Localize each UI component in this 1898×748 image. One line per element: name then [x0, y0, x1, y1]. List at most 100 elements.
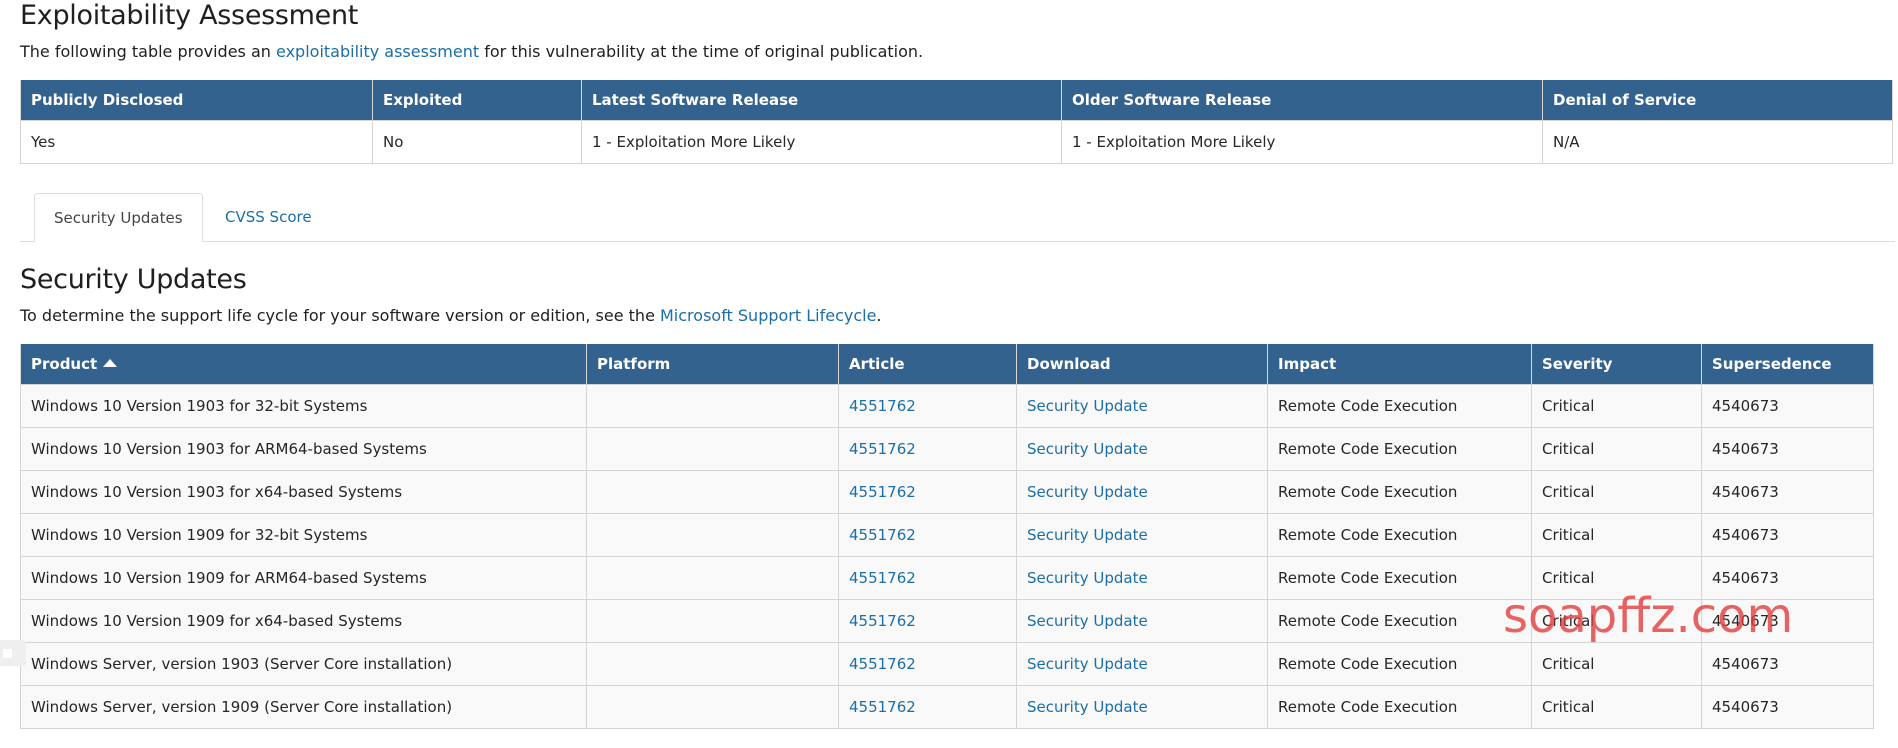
- article-cell: 4551762: [838, 384, 1017, 428]
- table-row: Windows 10 Version 1903 for 32-bit Syste…: [20, 384, 1874, 428]
- platform-cell: [586, 427, 839, 471]
- security-updates-lead-suffix: .: [876, 306, 882, 325]
- column-header-supersedence[interactable]: Supersedence: [1701, 344, 1874, 385]
- microsoft-support-lifecycle-link[interactable]: Microsoft Support Lifecycle: [660, 306, 876, 325]
- table-row: Windows 10 Version 1903 for ARM64-based …: [20, 427, 1874, 471]
- column-header-older-software-release: Older Software Release: [1061, 80, 1543, 121]
- older-release-value: 1 - Exploitation More Likely: [1061, 120, 1543, 164]
- impact-cell: Remote Code Execution: [1267, 642, 1532, 686]
- supersedence-cell: 4540673: [1701, 642, 1874, 686]
- product-cell: Windows 10 Version 1903 for x64-based Sy…: [20, 470, 587, 514]
- column-header-publicly-disclosed: Publicly Disclosed: [20, 80, 373, 121]
- download-link[interactable]: Security Update: [1027, 440, 1148, 458]
- platform-cell: [586, 384, 839, 428]
- exploited-value: No: [372, 120, 582, 164]
- supersedence-cell: 4540673: [1701, 599, 1874, 643]
- impact-cell: Remote Code Execution: [1267, 599, 1532, 643]
- exploitability-lead-prefix: The following table provides an: [20, 42, 277, 61]
- article-link[interactable]: 4551762: [849, 440, 916, 458]
- article-link[interactable]: 4551762: [849, 397, 916, 415]
- exploitability-assessment-link[interactable]: exploitability assessment: [276, 42, 479, 61]
- download-link[interactable]: Security Update: [1027, 526, 1148, 544]
- platform-cell: [586, 470, 839, 514]
- supersedence-cell: 4540673: [1701, 470, 1874, 514]
- security-updates-lead: To determine the support life cycle for …: [20, 306, 882, 325]
- product-cell: Windows 10 Version 1909 for ARM64-based …: [20, 556, 587, 600]
- publicly-disclosed-value: Yes: [20, 120, 373, 164]
- latest-release-value: 1 - Exploitation More Likely: [581, 120, 1062, 164]
- article-link[interactable]: 4551762: [849, 569, 916, 587]
- column-header-severity[interactable]: Severity: [1531, 344, 1702, 385]
- table-row: Windows 10 Version 1909 for x64-based Sy…: [20, 599, 1874, 643]
- column-header-product-label: Product: [31, 355, 98, 373]
- denial-of-service-value: N/A: [1542, 120, 1893, 164]
- exploitability-row: Yes No 1 - Exploitation More Likely 1 - …: [20, 120, 1893, 164]
- table-row: Windows 10 Version 1909 for ARM64-based …: [20, 556, 1874, 600]
- download-link[interactable]: Security Update: [1027, 655, 1148, 673]
- exploitability-lead: The following table provides an exploita…: [20, 42, 923, 61]
- exploitability-header-row: Publicly Disclosed Exploited Latest Soft…: [20, 80, 1893, 121]
- supersedence-cell: 4540673: [1701, 556, 1874, 600]
- platform-cell: [586, 599, 839, 643]
- platform-cell: [586, 513, 839, 557]
- table-row: Windows 10 Version 1903 for x64-based Sy…: [20, 470, 1874, 514]
- impact-cell: Remote Code Execution: [1267, 427, 1532, 471]
- platform-cell: [586, 642, 839, 686]
- article-link[interactable]: 4551762: [849, 655, 916, 673]
- tab-bar: Security Updates CVSS Score: [20, 193, 1895, 242]
- product-cell: Windows Server, version 1909 (Server Cor…: [20, 685, 587, 729]
- sort-ascending-icon: [103, 359, 118, 367]
- security-updates-body: Windows 10 Version 1903 for 32-bit Syste…: [20, 384, 1874, 729]
- severity-cell: Critical: [1531, 685, 1702, 729]
- download-link[interactable]: Security Update: [1027, 612, 1148, 630]
- download-cell: Security Update: [1016, 427, 1268, 471]
- table-row: Windows 10 Version 1909 for 32-bit Syste…: [20, 513, 1874, 557]
- download-link[interactable]: Security Update: [1027, 483, 1148, 501]
- exploitability-table: Publicly Disclosed Exploited Latest Soft…: [20, 80, 1893, 164]
- column-header-product[interactable]: Product: [20, 344, 587, 385]
- product-cell: Windows 10 Version 1903 for 32-bit Syste…: [20, 384, 587, 428]
- download-cell: Security Update: [1016, 556, 1268, 600]
- column-header-article[interactable]: Article: [838, 344, 1017, 385]
- column-header-denial-of-service: Denial of Service: [1542, 80, 1893, 121]
- article-link[interactable]: 4551762: [849, 483, 916, 501]
- impact-cell: Remote Code Execution: [1267, 556, 1532, 600]
- product-cell: Windows 10 Version 1903 for ARM64-based …: [20, 427, 587, 471]
- download-cell: Security Update: [1016, 642, 1268, 686]
- download-cell: Security Update: [1016, 384, 1268, 428]
- security-updates-table: Product Platform Article Download Impact…: [20, 344, 1874, 729]
- product-cell: Windows Server, version 1903 (Server Cor…: [20, 642, 587, 686]
- article-cell: 4551762: [838, 513, 1017, 557]
- impact-cell: Remote Code Execution: [1267, 513, 1532, 557]
- download-link[interactable]: Security Update: [1027, 698, 1148, 716]
- tab-cvss-score[interactable]: CVSS Score: [206, 193, 331, 241]
- download-cell: Security Update: [1016, 685, 1268, 729]
- column-header-exploited: Exploited: [372, 80, 582, 121]
- severity-cell: Critical: [1531, 513, 1702, 557]
- platform-cell: [586, 685, 839, 729]
- supersedence-cell: 4540673: [1701, 513, 1874, 557]
- supersedence-cell: 4540673: [1701, 685, 1874, 729]
- download-cell: Security Update: [1016, 599, 1268, 643]
- exploitability-title: Exploitability Assessment: [20, 0, 359, 31]
- product-cell: Windows 10 Version 1909 for 32-bit Syste…: [20, 513, 587, 557]
- security-updates-lead-prefix: To determine the support life cycle for …: [20, 306, 660, 325]
- severity-cell: Critical: [1531, 384, 1702, 428]
- severity-cell: Critical: [1531, 427, 1702, 471]
- article-cell: 4551762: [838, 427, 1017, 471]
- column-header-impact[interactable]: Impact: [1267, 344, 1532, 385]
- platform-cell: [586, 556, 839, 600]
- download-link[interactable]: Security Update: [1027, 397, 1148, 415]
- article-link[interactable]: 4551762: [849, 612, 916, 630]
- edge-tab-handle[interactable]: [0, 640, 26, 666]
- article-cell: 4551762: [838, 685, 1017, 729]
- column-header-download[interactable]: Download: [1016, 344, 1268, 385]
- article-link[interactable]: 4551762: [849, 526, 916, 544]
- impact-cell: Remote Code Execution: [1267, 384, 1532, 428]
- download-link[interactable]: Security Update: [1027, 569, 1148, 587]
- severity-cell: Critical: [1531, 470, 1702, 514]
- column-header-platform[interactable]: Platform: [586, 344, 839, 385]
- security-updates-header-row: Product Platform Article Download Impact…: [20, 344, 1874, 385]
- article-link[interactable]: 4551762: [849, 698, 916, 716]
- tab-security-updates[interactable]: Security Updates: [34, 193, 203, 242]
